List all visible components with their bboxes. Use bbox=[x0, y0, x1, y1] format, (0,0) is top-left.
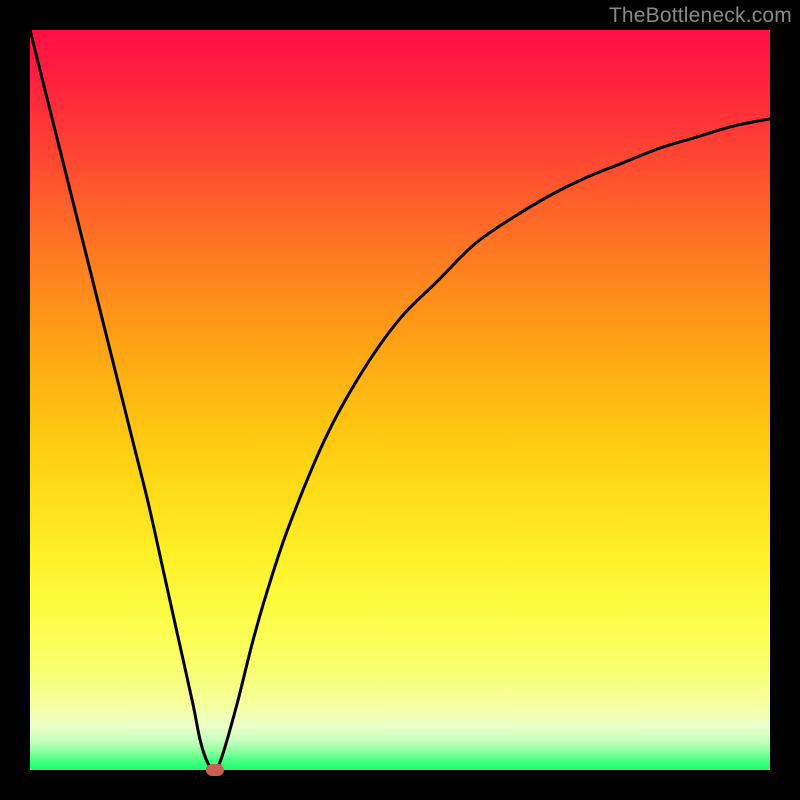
chart-frame: TheBottleneck.com bbox=[0, 0, 800, 800]
watermark-text: TheBottleneck.com bbox=[609, 4, 792, 28]
bottleneck-curve bbox=[30, 30, 770, 770]
optimal-marker bbox=[206, 764, 224, 776]
plot-area bbox=[30, 30, 770, 770]
